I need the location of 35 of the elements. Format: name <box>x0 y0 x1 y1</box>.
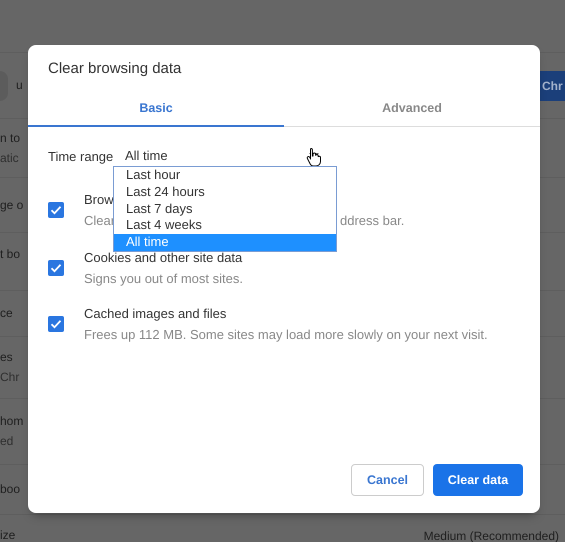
background-text: boo <box>0 482 20 497</box>
background-text: u <box>16 78 23 93</box>
background-text: ize <box>0 528 16 542</box>
background-text: atic <box>0 150 19 166</box>
cancel-button[interactable]: Cancel <box>351 464 424 496</box>
background-text: t bo <box>0 246 20 262</box>
background-text: Chr <box>0 370 20 385</box>
dropdown-option[interactable]: All time <box>114 234 336 251</box>
option-title: Cookies and other site data <box>84 250 242 265</box>
background-text: n to <box>0 130 20 146</box>
dropdown-option[interactable]: Last 24 hours <box>114 184 336 201</box>
background-text: es <box>0 350 13 365</box>
option-description: Frees up 112 MB. Some sites may load more slowly on your next visit. <box>84 327 488 342</box>
dialog-title: Clear browsing data <box>47 59 182 79</box>
background-text: ed <box>0 434 14 449</box>
option-title: Cached images and files <box>84 306 226 321</box>
dropdown-option[interactable]: Last 7 days <box>114 200 336 218</box>
checkbox[interactable] <box>48 260 64 276</box>
background-text: ge o <box>0 198 24 212</box>
background-button[interactable]: Chr <box>540 70 565 100</box>
dropdown-option[interactable]: Last hour <box>114 167 336 184</box>
background-text: Medium (Recommended) <box>424 528 559 542</box>
clear-data-button[interactable]: Clear data <box>433 464 523 496</box>
option-description: ddress bar. <box>340 213 404 228</box>
tab[interactable]: Basic <box>28 90 284 127</box>
field-label: Time range <box>48 148 114 164</box>
background-text: hom <box>0 414 24 429</box>
option-description: Signs you out of most sites. <box>84 271 243 286</box>
tab[interactable]: Advanced <box>284 90 540 127</box>
checkbox[interactable] <box>48 316 64 332</box>
option-title: Brow <box>84 192 114 207</box>
dropdown-option[interactable]: Last 4 weeks <box>114 217 336 234</box>
checkbox[interactable] <box>48 202 64 218</box>
background-text: ce <box>0 306 13 321</box>
option-description: Clear <box>84 213 116 228</box>
